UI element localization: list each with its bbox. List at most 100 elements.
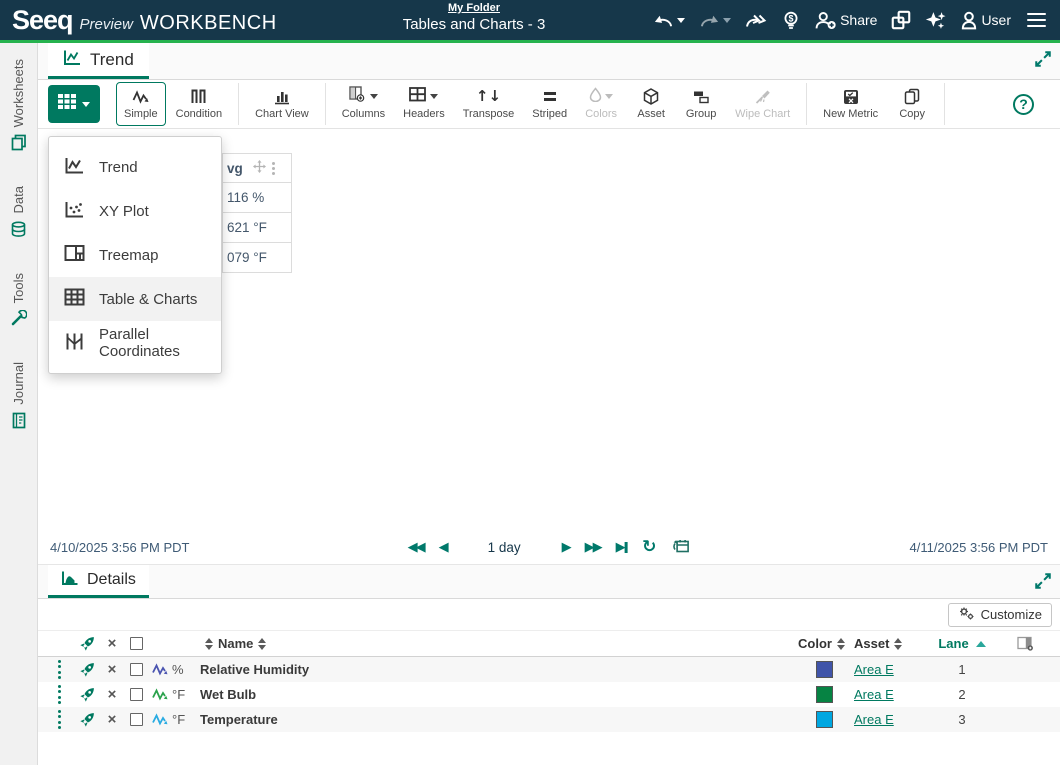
chevron-down-icon [82,102,90,107]
columns-button[interactable]: Columns [334,82,393,126]
app-header: Seeq Preview WORKBENCH My Folder Tables … [0,0,1060,43]
color-swatch[interactable] [816,661,833,678]
step-back-full-icon[interactable]: ◀◀ [408,541,424,554]
drag-handle-icon[interactable] [58,710,61,730]
select-item-checkbox[interactable] [130,663,143,676]
investigate-icon[interactable] [74,687,100,702]
lane-column-label[interactable]: Lane [938,636,968,651]
asset-link[interactable]: Area E [854,687,894,702]
name-column-label[interactable]: Name [218,636,253,651]
investigate-icon[interactable] [74,662,100,677]
remove-all-icon[interactable]: × [100,636,124,651]
details-row-relative-humidity[interactable]: × % Relative Humidity Area E 1 [38,657,1060,682]
sidebar-item-data[interactable]: Data [10,186,27,242]
document-info: My Folder Tables and Charts - 3 [403,2,546,33]
remove-item-icon[interactable]: × [100,687,124,702]
help-button[interactable]: ? [1013,94,1034,115]
move-column-icon[interactable] [253,160,266,176]
group-button[interactable]: Group [677,82,725,126]
remove-item-icon[interactable]: × [100,662,124,677]
menu-item-xy-plot[interactable]: XY Plot [49,189,221,233]
asset-button[interactable]: Asset [627,82,675,126]
ai-assistant-button[interactable] [925,10,946,31]
side-rail: Worksheets Data Tools Journal [0,43,38,765]
maximize-details-icon[interactable] [1034,572,1052,595]
striped-button[interactable]: Striped [524,82,575,126]
sidebar-item-journal[interactable]: Journal [11,362,27,434]
investigate-icon[interactable] [74,712,100,727]
fast-forward-button[interactable] [745,12,768,29]
worksheets-icon [11,134,27,156]
color-swatch[interactable] [816,686,833,703]
menu-item-table-charts[interactable]: Table & Charts [49,277,221,321]
undo-button[interactable] [653,12,685,29]
column-menu-icon[interactable] [272,162,275,175]
simple-mode-button[interactable]: Simple [116,82,166,126]
worksheets-label: Worksheets [11,59,26,127]
drag-handle-icon[interactable] [58,685,61,705]
new-metric-button[interactable]: New Metric [815,82,886,126]
condition-mode-button[interactable]: Condition [168,82,230,126]
user-label[interactable]: User [981,12,1011,28]
asset-link[interactable]: Area E [854,712,894,727]
investigate-all-icon[interactable] [74,636,100,651]
details-row-wet-bulb[interactable]: × °F Wet Bulb Area E 2 [38,682,1060,707]
main-menu-button[interactable] [1025,11,1048,30]
select-item-checkbox[interactable] [130,713,143,726]
redo-button[interactable] [699,12,731,29]
view-selector-button[interactable] [48,85,100,123]
step-forward-full-icon[interactable]: ▶▶ [585,541,601,554]
auto-update-icon[interactable]: ↻ [642,539,656,556]
step-back-half-icon[interactable]: ◀ [439,541,447,554]
sort-name-control[interactable] [258,638,266,650]
customize-button[interactable]: Customize [948,603,1052,627]
sort-ascending-icon[interactable] [976,641,986,647]
menu-item-parallel-coordinates[interactable]: Parallel Coordinates [49,321,221,365]
sort-asset-control[interactable] [894,638,902,650]
menu-item-treemap[interactable]: Treemap [49,233,221,277]
chart-view-button[interactable]: Chart View [247,82,317,126]
remove-item-icon[interactable]: × [100,712,124,727]
tab-details[interactable]: Details [48,565,149,598]
range-end-timestamp[interactable]: 4/11/2025 3:56 PM PDT [909,540,1048,555]
access-control-button[interactable]: Share [814,11,877,30]
step-to-now-icon[interactable]: ▶ [616,541,628,554]
step-forward-half-icon[interactable]: ▶ [562,541,570,554]
maximize-trend-icon[interactable] [1034,50,1052,73]
asset-link[interactable]: Area E [854,662,894,677]
undo-caret-icon[interactable] [677,18,685,23]
treemap-icon [64,244,85,266]
item-name[interactable]: Wet Bulb [200,687,794,702]
worksheets-overview-button[interactable] [891,10,911,30]
select-all-checkbox[interactable] [130,637,143,650]
item-name[interactable]: Temperature [200,712,794,727]
sidebar-item-worksheets[interactable]: Worksheets [11,59,27,156]
share-label[interactable]: Share [840,12,877,28]
drag-handle-icon[interactable] [58,660,61,680]
user-menu-button[interactable]: User [960,11,1011,30]
redo-caret-icon[interactable] [723,18,731,23]
sidebar-item-tools[interactable]: Tools [10,273,27,332]
asset-column-label[interactable]: Asset [854,636,889,651]
color-swatch[interactable] [816,711,833,728]
add-column-icon[interactable] [990,636,1060,651]
tab-trend[interactable]: Trend [48,43,149,79]
table-column-header[interactable]: vg [222,153,292,183]
transpose-button[interactable]: ↑↓ Transpose [455,82,523,126]
duration-label[interactable]: 1 day [488,540,521,555]
sort-color-control[interactable] [837,638,845,650]
range-start-timestamp[interactable]: 4/10/2025 3:56 PM PDT [50,540,189,555]
copy-button[interactable]: Copy [888,82,936,126]
value-insights-button[interactable]: $ [782,11,800,30]
headers-button[interactable]: Headers [395,82,453,126]
select-item-checkbox[interactable] [130,688,143,701]
sort-items-control[interactable] [205,638,213,650]
menu-item-trend[interactable]: Trend [49,145,221,189]
details-panel: Details Customize [38,564,1060,765]
item-name[interactable]: Relative Humidity [200,662,794,677]
color-column-label[interactable]: Color [798,636,832,651]
logo-preview-text: Preview [80,16,133,33]
investigate-range-icon[interactable] [671,537,690,557]
details-row-temperature[interactable]: × °F Temperature Area E 3 [38,707,1060,732]
breadcrumb-my-folder[interactable]: My Folder [403,2,546,14]
